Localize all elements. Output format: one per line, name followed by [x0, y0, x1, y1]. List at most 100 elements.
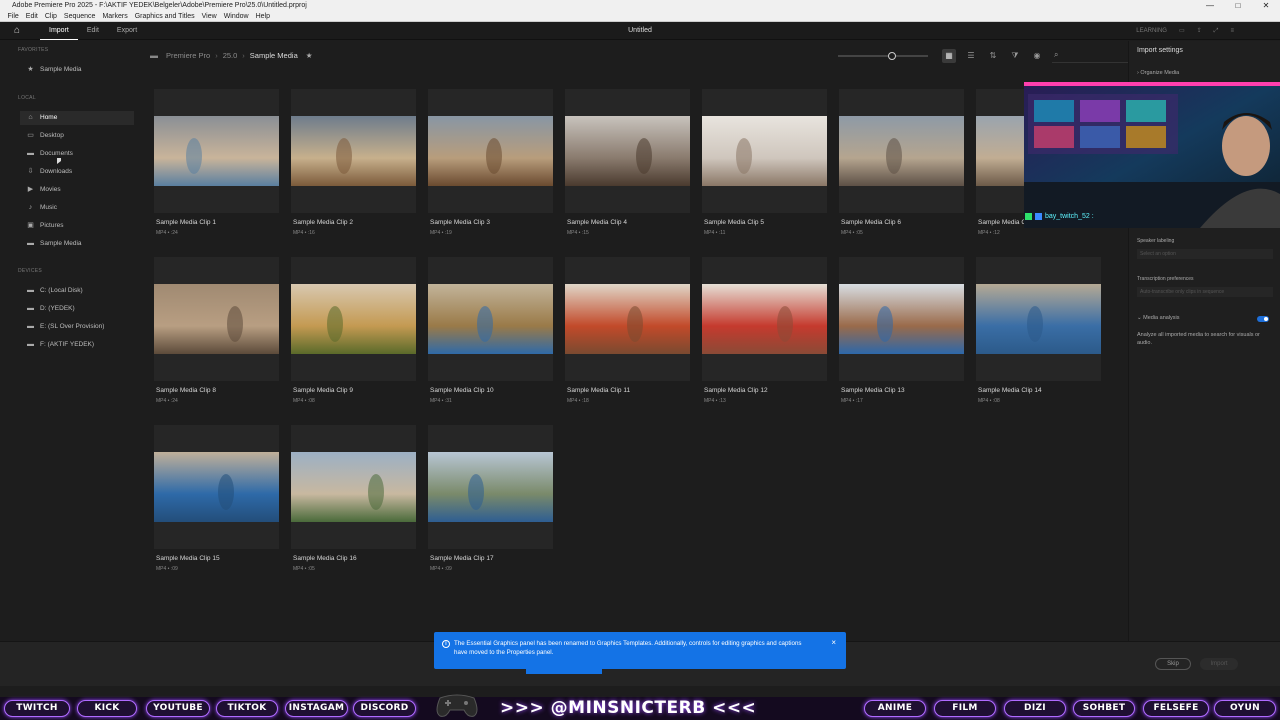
tab-export[interactable]: Export — [108, 22, 146, 40]
media-analysis-header[interactable]: ⌄ Media analysis — [1137, 315, 1180, 321]
sidebar-item-drive-f[interactable]: ▬ F: (AKTIF YEDEK) — [20, 338, 134, 352]
clip-meta: MP4 • :05 — [293, 566, 315, 572]
clip-name: Sample Media Clip 14 — [978, 387, 1042, 394]
clip-thumbnail — [565, 116, 690, 186]
sidebar-item-downloads[interactable]: ⇩ Downloads — [20, 165, 134, 179]
menu-markers[interactable]: Markers — [99, 11, 131, 21]
clip-card[interactable]: Sample Media Clip 15 MP4 • :09 — [154, 425, 279, 572]
desktop-icon: ▭ — [27, 132, 34, 139]
thumbnail-size-slider[interactable] — [838, 52, 928, 60]
tab-import[interactable]: Import — [40, 22, 78, 40]
sohbet-button: SOHBET — [1073, 700, 1135, 717]
share-icon[interactable]: ⇪ — [1197, 22, 1202, 40]
clip-meta: MP4 • :08 — [293, 398, 315, 404]
clip-card[interactable]: Sample Media Clip 10 MP4 • :31 — [428, 257, 553, 404]
transcription-select[interactable]: Auto-transcribe only clips in sequence — [1137, 287, 1273, 297]
sidebar-item-drive-d[interactable]: ▬ D: (YEDEK) — [20, 302, 134, 316]
breadcrumb-current[interactable]: Sample Media — [250, 51, 298, 60]
clip-card[interactable]: Sample Media Clip 9 MP4 • :08 — [291, 257, 416, 404]
menu-sequence[interactable]: Sequence — [60, 11, 99, 21]
grid-view-icon[interactable]: ▦ — [942, 49, 956, 63]
sidebar-item-documents[interactable]: ▬ Documents — [20, 147, 134, 161]
film-icon: ▶ — [27, 186, 34, 193]
search-input[interactable]: ⌕ — [1052, 49, 1138, 63]
sidebar-item-movies[interactable]: ▶ Movies — [20, 183, 134, 197]
view-options-icon[interactable]: ◉ — [1030, 49, 1044, 63]
clip-card[interactable]: Sample Media Clip 5 MP4 • :11 — [702, 89, 827, 236]
menu-graphics-titles[interactable]: Graphics and Titles — [131, 11, 198, 21]
workspace-icon[interactable]: ▭ — [1179, 22, 1185, 40]
minimize-button[interactable]: — — [1196, 0, 1224, 11]
clip-card[interactable]: Sample Media Clip 8 MP4 • :24 — [154, 257, 279, 404]
speaker-labeling-select[interactable]: Select an option — [1137, 249, 1273, 259]
menu-window[interactable]: Window — [220, 11, 252, 21]
sidebar-item-desktop[interactable]: ▭ Desktop — [20, 129, 134, 143]
clip-card[interactable]: Sample Media Clip 17 MP4 • :09 — [428, 425, 553, 572]
clip-name: Sample Media Clip 13 — [841, 387, 905, 394]
list-view-icon[interactable]: ☰ — [964, 49, 978, 63]
clip-thumbnail — [291, 452, 416, 522]
organize-media-toggle[interactable]: › Organize Media — [1137, 70, 1179, 76]
import-button[interactable]: Import — [1200, 658, 1238, 670]
filter-icon[interactable]: ⧩ — [1008, 49, 1022, 63]
clip-name: Sample Media Clip 3 — [430, 219, 490, 226]
slider-knob[interactable] — [888, 52, 896, 60]
sidebar-item-sample-media[interactable]: ▬ Sample Media — [20, 237, 134, 251]
breadcrumb-item[interactable]: 25.0 — [223, 51, 238, 60]
menu-lines-icon[interactable]: ≡ — [1230, 22, 1234, 40]
breadcrumb-item[interactable]: Premiere Pro — [166, 51, 210, 60]
skip-button[interactable]: Skip — [1155, 658, 1191, 670]
close-icon[interactable]: × — [831, 638, 836, 647]
clip-meta: MP4 • :11 — [704, 230, 726, 236]
media-browser: ▬ Premiere Pro › 25.0 › Sample Media ★ ▦… — [138, 41, 1138, 641]
maximize-button[interactable]: □ — [1224, 0, 1252, 11]
clip-card[interactable]: Sample Media Clip 13 MP4 • :17 — [839, 257, 964, 404]
learning-label[interactable]: LEARNING — [1136, 22, 1167, 40]
menu-clip[interactable]: Clip — [41, 11, 60, 21]
sidebar-item-drive-e[interactable]: ▬ E: (SL Over Provision) — [20, 320, 134, 334]
clip-meta: MP4 • :24 — [156, 230, 178, 236]
browser-toolbar: ▦ ☰ ⇅ ⧩ ◉ ⌕ — [838, 49, 1138, 63]
fullscreen-icon[interactable]: ⤢ — [1214, 22, 1219, 40]
tab-edit[interactable]: Edit — [78, 22, 108, 40]
sidebar-item-music[interactable]: ♪ Music — [20, 201, 134, 215]
felsefe-button: FELSEFE — [1143, 700, 1209, 717]
clip-thumbnail — [565, 284, 690, 354]
clip-card[interactable]: Sample Media Clip 12 MP4 • :13 — [702, 257, 827, 404]
sidebar-item-label: Home — [40, 114, 58, 121]
clip-card[interactable]: Sample Media Clip 2 MP4 • :16 — [291, 89, 416, 236]
menu-file[interactable]: File — [4, 11, 22, 21]
favorite-star-icon[interactable]: ★ — [306, 51, 313, 60]
clip-card[interactable]: Sample Media Clip 16 MP4 • :05 — [291, 425, 416, 572]
home-icon[interactable]: ⌂ — [14, 25, 26, 37]
clip-card[interactable]: Sample Media Clip 4 MP4 • :15 — [565, 89, 690, 236]
clip-card[interactable]: Sample Media Clip 3 MP4 • :19 — [428, 89, 553, 236]
sidebar-item-favorite-sample-media[interactable]: ★ Sample Media — [20, 63, 134, 77]
close-window-button[interactable]: ✕ — [1252, 0, 1280, 11]
clip-card[interactable]: Sample Media Clip 6 MP4 • :05 — [839, 89, 964, 236]
image-icon: ▣ — [27, 222, 34, 229]
sidebar-item-home[interactable]: ⌂ Home — [20, 111, 134, 125]
clip-card[interactable]: Sample Media Clip 11 MP4 • :18 — [565, 257, 690, 404]
menu-view[interactable]: View — [198, 11, 220, 21]
media-analysis-toggle[interactable] — [1257, 316, 1269, 322]
drive-icon: ▬ — [27, 323, 34, 330]
sidebar-item-pictures[interactable]: ▣ Pictures — [20, 219, 134, 233]
media-analysis-label: Media analysis — [1143, 315, 1180, 321]
channel-handle: >>> @MINSNICTERB <<< — [500, 698, 757, 718]
menu-help[interactable]: Help — [252, 11, 273, 21]
clip-name: Sample Media Clip 12 — [704, 387, 768, 394]
clip-card[interactable]: Sample Media Clip 14 MP4 • :08 — [976, 257, 1101, 404]
clip-card[interactable]: Sample Media Clip 1 MP4 • :24 — [154, 89, 279, 236]
panel-title: Import settings — [1137, 47, 1183, 54]
clip-thumbnail — [976, 284, 1101, 354]
sort-icon[interactable]: ⇅ — [986, 49, 1000, 63]
menu-edit[interactable]: Edit — [22, 11, 41, 21]
badge-icon — [1035, 213, 1042, 220]
clip-name: Sample Media Clip 4 — [567, 219, 627, 226]
toast-progress — [526, 669, 602, 674]
file-sidebar: FAVORITES ★ Sample Media LOCAL ⌂ Home ▭ … — [0, 41, 138, 641]
clip-meta: MP4 • :18 — [567, 398, 589, 404]
sidebar-item-drive-c[interactable]: ▬ C: (Local Disk) — [20, 284, 134, 298]
organize-media-label: Organize Media — [1140, 70, 1180, 76]
